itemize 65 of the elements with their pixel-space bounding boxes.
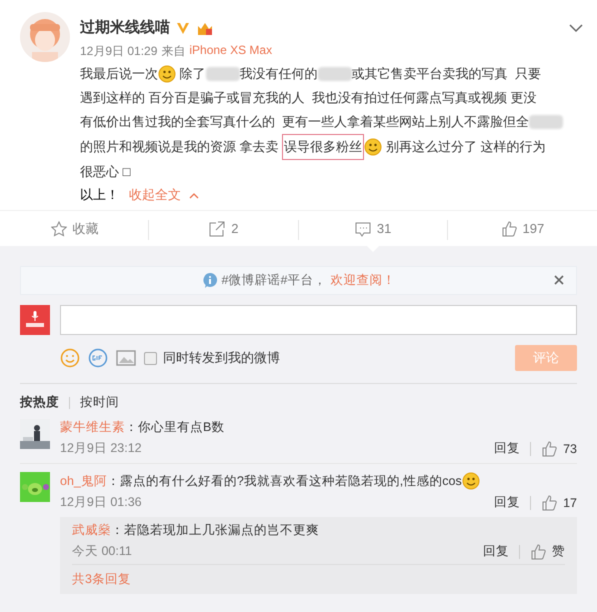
post-text: 以上！ xyxy=(80,186,119,204)
smiley-emoji-icon xyxy=(462,472,480,490)
chevron-down-icon[interactable] xyxy=(569,22,583,32)
gif-icon[interactable] xyxy=(88,348,108,368)
reply-link[interactable]: 回复 xyxy=(494,494,520,511)
info-icon xyxy=(202,272,218,289)
post-text: 很恶心 □ xyxy=(80,163,130,181)
action-label[interactable]: 收藏 xyxy=(72,220,99,238)
like-button[interactable]: 赞 xyxy=(530,543,565,560)
comment-icon xyxy=(354,220,371,236)
comment-time: 今天 00:11 xyxy=(72,543,132,560)
more-replies-link[interactable]: 共3条回复 xyxy=(72,569,565,592)
like-button[interactable]: 73 xyxy=(541,440,577,456)
action-label[interactable]: 2 xyxy=(231,221,238,236)
highlighted-text: 误导很多粉丝 xyxy=(282,134,364,160)
checkbox[interactable] xyxy=(144,352,157,364)
blurred-text xyxy=(529,115,564,129)
thumbs-up-icon xyxy=(541,440,558,456)
comment-time: 12月9日 23:12 xyxy=(60,440,142,457)
thumbs-up-icon xyxy=(500,220,517,236)
close-button[interactable] xyxy=(552,273,566,287)
post-text: 除了 xyxy=(178,65,206,83)
smiley-emoji-icon xyxy=(364,138,382,156)
share-icon xyxy=(209,220,226,236)
source-link[interactable]: iPhone XS Max xyxy=(189,43,272,60)
commenter-name[interactable]: oh_鬼阿 xyxy=(60,472,107,490)
notice-link[interactable]: 欢迎查阅！ xyxy=(330,272,396,289)
thumbs-up-icon xyxy=(530,544,546,560)
commenter-name[interactable]: 蒙牛维生素 xyxy=(60,419,125,436)
action-label[interactable]: 197 xyxy=(522,221,544,236)
author-name[interactable]: 过期米线线喵 xyxy=(80,18,170,37)
logo-icon xyxy=(20,305,50,335)
action-label[interactable]: 31 xyxy=(376,221,392,236)
post-text: 我没有任何的 xyxy=(240,65,318,83)
post-time: 12月9日 01:29 xyxy=(80,43,158,60)
comment-text: ：露点的有什么好看的?我就喜欢看这种若隐若现的,性感的cos xyxy=(106,472,462,490)
comment-input[interactable] xyxy=(60,305,577,335)
post-text: 的照片和视频说是我的资源 拿去卖 xyxy=(80,138,280,156)
post-text: 或其它售卖平台卖我的写真 只要 xyxy=(352,65,541,83)
reply-link[interactable]: 回复 xyxy=(483,543,509,560)
post-text: 遇到这样的 百分百是骗子或冒充我的人 我也没有拍过任何露点写真或视频 更没 xyxy=(80,89,536,107)
reply-link[interactable]: 回复 xyxy=(494,440,520,457)
commenter-name[interactable]: 武威燊 xyxy=(72,522,111,539)
post-text: 有低价出售过我的全套写真什么的 更有一些人拿着某些网站上别人不露脸但全 xyxy=(80,113,530,131)
blurred-text xyxy=(206,67,240,81)
image-icon[interactable] xyxy=(116,349,136,367)
comment-text: ：若隐若现加上几张漏点的岂不更爽 xyxy=(111,522,319,539)
comment-time: 12月9日 01:36 xyxy=(60,494,142,511)
notice-text: #微博辟谣#平台， xyxy=(222,272,326,289)
post-text: 我最后说一次 xyxy=(80,65,158,83)
thumbs-up-icon xyxy=(541,494,558,510)
post-text: 别再这么过分了 这样的行为 xyxy=(384,138,546,156)
verified-icon xyxy=(176,20,190,34)
blurred-text xyxy=(318,67,352,81)
sort-tab[interactable]: 按热度 xyxy=(20,394,59,411)
collapse-link[interactable]: 收起全文 xyxy=(129,184,199,206)
checkbox-label: 同时转发到我的微博 xyxy=(163,349,280,367)
comment-text: ：你心里有点B数 xyxy=(125,419,224,436)
source-label: 来自 xyxy=(161,43,186,60)
chevron-up-icon xyxy=(189,192,199,198)
sort-tab[interactable]: 按时间 xyxy=(80,394,119,411)
star-icon xyxy=(50,220,67,236)
smiley-emoji-icon xyxy=(158,65,176,83)
smiley-icon[interactable] xyxy=(60,348,80,368)
like-button[interactable]: 17 xyxy=(541,494,577,510)
